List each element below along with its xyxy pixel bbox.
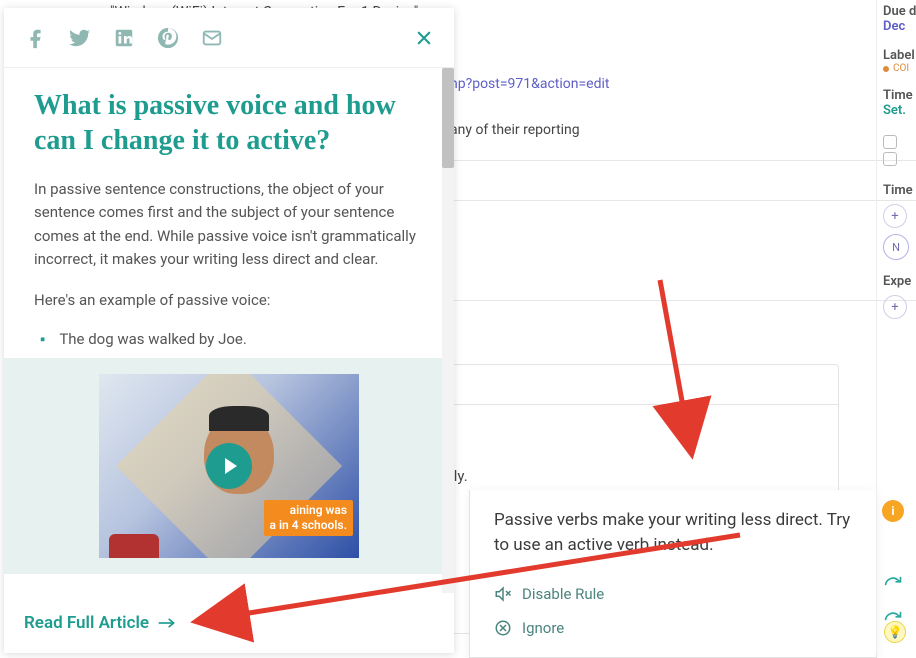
due-date-heading: Due d	[883, 4, 910, 19]
pinterest-icon[interactable]	[154, 24, 182, 52]
video-section: aining was a in 4 schools.	[4, 358, 454, 574]
suggestion-message: Passive verbs make your writing less dir…	[494, 508, 852, 557]
checkbox-1[interactable]	[883, 135, 897, 149]
play-icon[interactable]	[206, 443, 252, 489]
article-paragraph-1: In passive sentence constructions, the o…	[34, 178, 424, 271]
video-caption: aining was a in 4 schools.	[264, 500, 353, 536]
expenses-heading: Expe	[883, 274, 910, 289]
panel-footer: Read Full Article	[4, 593, 454, 653]
close-icon[interactable]	[412, 26, 436, 50]
labels-heading: Label	[883, 48, 910, 63]
email-icon[interactable]	[198, 24, 226, 52]
add-time-button[interactable]: +	[883, 204, 907, 228]
read-full-label: Read Full Article	[24, 613, 149, 633]
disable-rule-action[interactable]: Disable Rule	[494, 577, 852, 611]
ignore-label: Ignore	[522, 619, 564, 637]
linkedin-icon[interactable]	[110, 24, 138, 52]
add-expense-button[interactable]: +	[883, 295, 907, 319]
help-panel: What is passive voice and how can I chan…	[4, 8, 454, 653]
video-thumbnail[interactable]: aining was a in 4 schools.	[99, 374, 359, 558]
bullet-item: ▪ The dog was walked by Joe.	[34, 330, 424, 348]
right-sidebar: Due d Dec Label COI Time Set. Time + N E…	[876, 0, 916, 653]
panel-header	[4, 8, 454, 68]
background-url-fragment[interactable]: np?post=971&action=edit	[450, 76, 610, 92]
twitter-icon[interactable]	[66, 24, 94, 52]
article-paragraph-2: Here's an example of passive voice:	[34, 289, 424, 312]
bullet-dot-icon: ▪	[40, 330, 45, 348]
due-date-value[interactable]: Dec	[883, 19, 910, 34]
label-chip[interactable]: COI	[883, 63, 910, 74]
scrollbar-thumb[interactable]	[442, 68, 454, 168]
time-tracked-heading: Time	[883, 183, 910, 198]
checkbox-2[interactable]	[883, 152, 897, 166]
time-heading: Time	[883, 88, 910, 103]
read-full-article-link[interactable]: Read Full Article	[24, 613, 177, 633]
user-chip[interactable]: N	[883, 234, 909, 260]
video-decor	[109, 534, 159, 558]
suggestion-popup: Passive verbs make your writing less dir…	[469, 490, 877, 658]
scrollbar-track[interactable]	[442, 68, 454, 593]
panel-scroll-area[interactable]: What is passive voice and how can I chan…	[4, 68, 454, 593]
arrow-right-icon	[157, 616, 177, 630]
time-set-link[interactable]: Set.	[883, 103, 910, 118]
social-share-row	[22, 24, 226, 52]
ignore-icon	[494, 619, 512, 637]
background-reporting-text: any of their reporting	[450, 122, 580, 138]
disable-rule-label: Disable Rule	[522, 585, 604, 603]
bullet-text: The dog was walked by Joe.	[59, 330, 247, 348]
facebook-icon[interactable]	[22, 24, 50, 52]
mute-icon	[494, 585, 512, 603]
ignore-action[interactable]: Ignore	[494, 611, 852, 645]
article-title: What is passive voice and how can I chan…	[34, 88, 424, 158]
